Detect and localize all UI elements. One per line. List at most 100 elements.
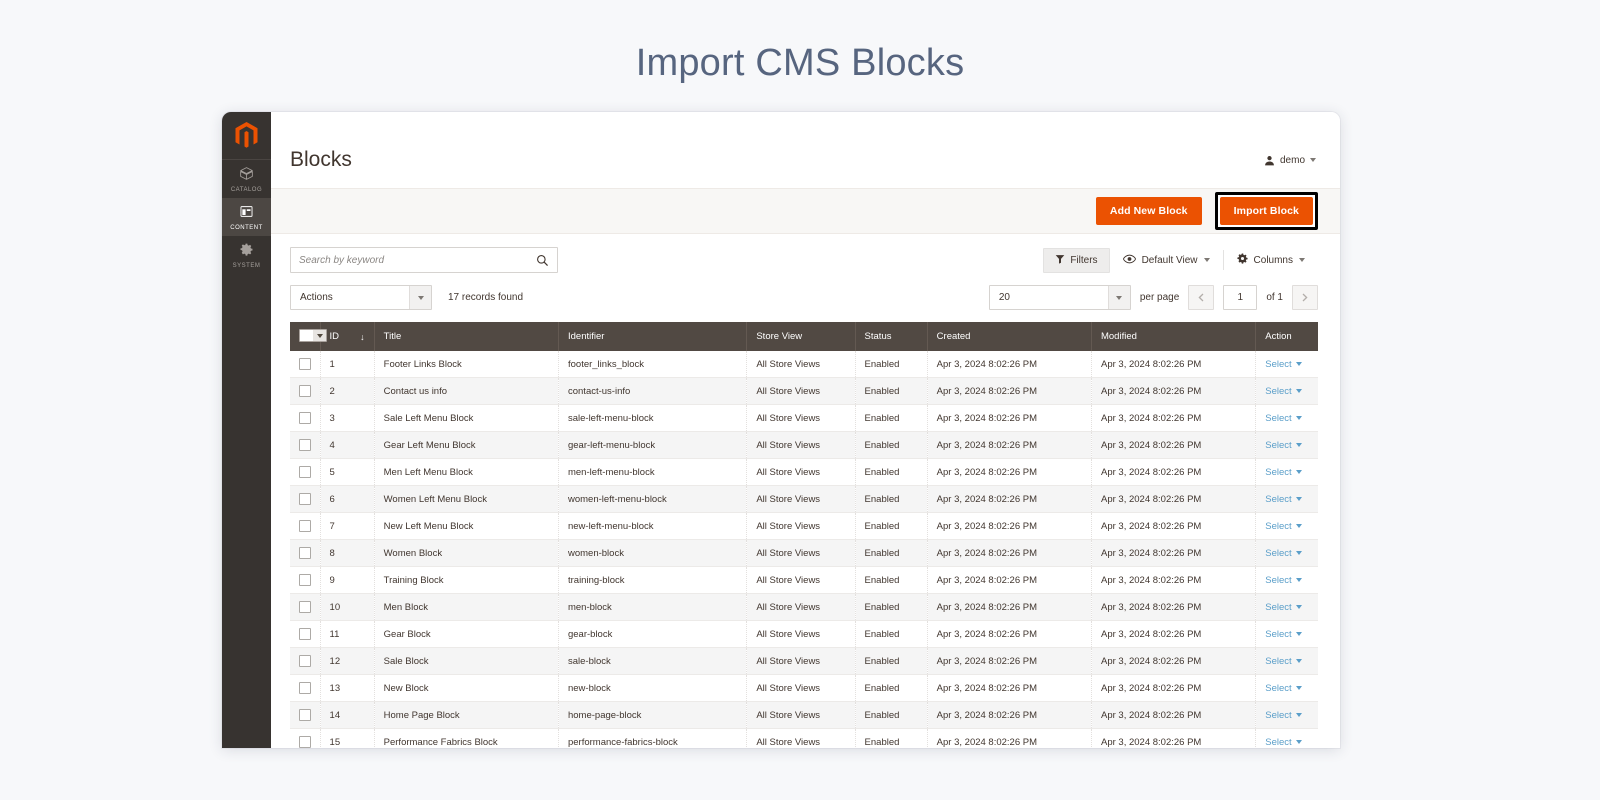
select-all-dropdown[interactable] [299,329,327,342]
table-row[interactable]: 14Home Page Blockhome-page-blockAll Stor… [290,702,1318,729]
row-checkbox-cell[interactable] [290,621,320,648]
select-action-link[interactable]: Select [1265,575,1301,586]
table-row[interactable]: 7New Left Menu Blocknew-left-menu-blockA… [290,513,1318,540]
row-checkbox-cell[interactable] [290,405,320,432]
column-header-title[interactable]: Title [374,322,558,351]
row-checkbox-cell[interactable] [290,675,320,702]
add-new-block-button[interactable]: Add New Block [1096,197,1202,225]
table-row[interactable]: 9Training Blocktraining-blockAll Store V… [290,567,1318,594]
select-action-link[interactable]: Select [1265,656,1301,667]
cell-action[interactable]: Select [1256,729,1318,749]
table-row[interactable]: 11Gear Blockgear-blockAll Store ViewsEna… [290,621,1318,648]
row-checkbox[interactable] [299,736,311,748]
select-action-link[interactable]: Select [1265,683,1301,694]
select-action-link[interactable]: Select [1265,710,1301,721]
column-header-created[interactable]: Created [927,322,1091,351]
row-checkbox[interactable] [299,601,311,613]
default-view-selector[interactable]: Default View [1110,249,1223,272]
select-action-link[interactable]: Select [1265,440,1301,451]
cell-action[interactable]: Select [1256,702,1318,729]
select-action-link[interactable]: Select [1265,629,1301,640]
row-checkbox[interactable] [299,358,311,370]
table-row[interactable]: 6Women Left Menu Blockwomen-left-menu-bl… [290,486,1318,513]
row-checkbox[interactable] [299,628,311,640]
row-checkbox-cell[interactable] [290,648,320,675]
table-row[interactable]: 4Gear Left Menu Blockgear-left-menu-bloc… [290,432,1318,459]
row-checkbox-cell[interactable] [290,567,320,594]
table-row[interactable]: 2Contact us infocontact-us-infoAll Store… [290,378,1318,405]
select-action-link[interactable]: Select [1265,467,1301,478]
row-checkbox-cell[interactable] [290,486,320,513]
cell-action[interactable]: Select [1256,540,1318,567]
column-header-modified[interactable]: Modified [1091,322,1255,351]
row-checkbox-cell[interactable] [290,594,320,621]
search-box[interactable] [290,247,558,273]
cell-action[interactable]: Select [1256,486,1318,513]
cell-action[interactable]: Select [1256,567,1318,594]
select-action-link[interactable]: Select [1265,413,1301,424]
select-action-link[interactable]: Select [1265,548,1301,559]
import-block-button[interactable]: Import Block [1220,197,1313,225]
select-action-link[interactable]: Select [1265,602,1301,613]
table-row[interactable]: 1Footer Links Blockfooter_links_blockAll… [290,351,1318,378]
row-checkbox-cell[interactable] [290,378,320,405]
table-row[interactable]: 3Sale Left Menu Blocksale-left-menu-bloc… [290,405,1318,432]
row-checkbox-cell[interactable] [290,729,320,749]
select-action-link[interactable]: Select [1265,359,1301,370]
table-row[interactable]: 13New Blocknew-blockAll Store ViewsEnabl… [290,675,1318,702]
search-input[interactable] [299,255,536,266]
table-row[interactable]: 15Performance Fabrics Blockperformance-f… [290,729,1318,749]
cell-action[interactable]: Select [1256,594,1318,621]
cell-action[interactable]: Select [1256,513,1318,540]
row-checkbox-cell[interactable] [290,459,320,486]
sidebar-item-system[interactable]: SYSTEM [222,236,271,274]
row-checkbox[interactable] [299,547,311,559]
cell-action[interactable]: Select [1256,405,1318,432]
cell-action[interactable]: Select [1256,621,1318,648]
cell-action[interactable]: Select [1256,378,1318,405]
select-action-link[interactable]: Select [1265,521,1301,532]
row-checkbox-cell[interactable] [290,513,320,540]
actions-dropdown[interactable]: Actions [290,285,432,310]
select-action-link[interactable]: Select [1265,494,1301,505]
table-row[interactable]: 5Men Left Menu Blockmen-left-menu-blockA… [290,459,1318,486]
sidebar-item-content[interactable]: CONTENT [222,198,271,236]
table-row[interactable]: 8Women Blockwomen-blockAll Store ViewsEn… [290,540,1318,567]
table-row[interactable]: 12Sale Blocksale-blockAll Store ViewsEna… [290,648,1318,675]
row-checkbox-cell[interactable] [290,702,320,729]
search-icon[interactable] [536,254,549,267]
next-page-button[interactable] [1292,285,1318,310]
row-checkbox[interactable] [299,385,311,397]
cell-action[interactable]: Select [1256,459,1318,486]
row-checkbox-cell[interactable] [290,432,320,459]
current-page-input[interactable] [1223,285,1257,310]
cell-action[interactable]: Select [1256,675,1318,702]
row-checkbox[interactable] [299,466,311,478]
column-header-status[interactable]: Status [855,322,927,351]
magento-logo[interactable] [222,112,271,160]
row-checkbox[interactable] [299,493,311,505]
row-checkbox[interactable] [299,709,311,721]
row-checkbox[interactable] [299,412,311,424]
column-header-identifier[interactable]: Identifier [558,322,746,351]
columns-selector[interactable]: Columns [1224,248,1318,272]
select-action-link[interactable]: Select [1265,386,1301,397]
previous-page-button[interactable] [1188,285,1214,310]
user-menu[interactable]: demo [1264,155,1316,166]
row-checkbox-cell[interactable] [290,540,320,567]
column-header-id[interactable]: ID ↓ [320,322,374,351]
cell-action[interactable]: Select [1256,432,1318,459]
row-checkbox[interactable] [299,574,311,586]
row-checkbox[interactable] [299,682,311,694]
row-checkbox[interactable] [299,655,311,667]
page-size-dropdown[interactable]: 20 [989,285,1131,310]
table-row[interactable]: 10Men Blockmen-blockAll Store ViewsEnabl… [290,594,1318,621]
cell-action[interactable]: Select [1256,648,1318,675]
column-header-store-view[interactable]: Store View [747,322,855,351]
cell-action[interactable]: Select [1256,351,1318,378]
row-checkbox[interactable] [299,439,311,451]
row-checkbox-cell[interactable] [290,351,320,378]
sidebar-item-catalog[interactable]: CATALOG [222,160,271,198]
select-all-header[interactable] [290,322,320,351]
filters-button[interactable]: Filters [1043,248,1109,273]
